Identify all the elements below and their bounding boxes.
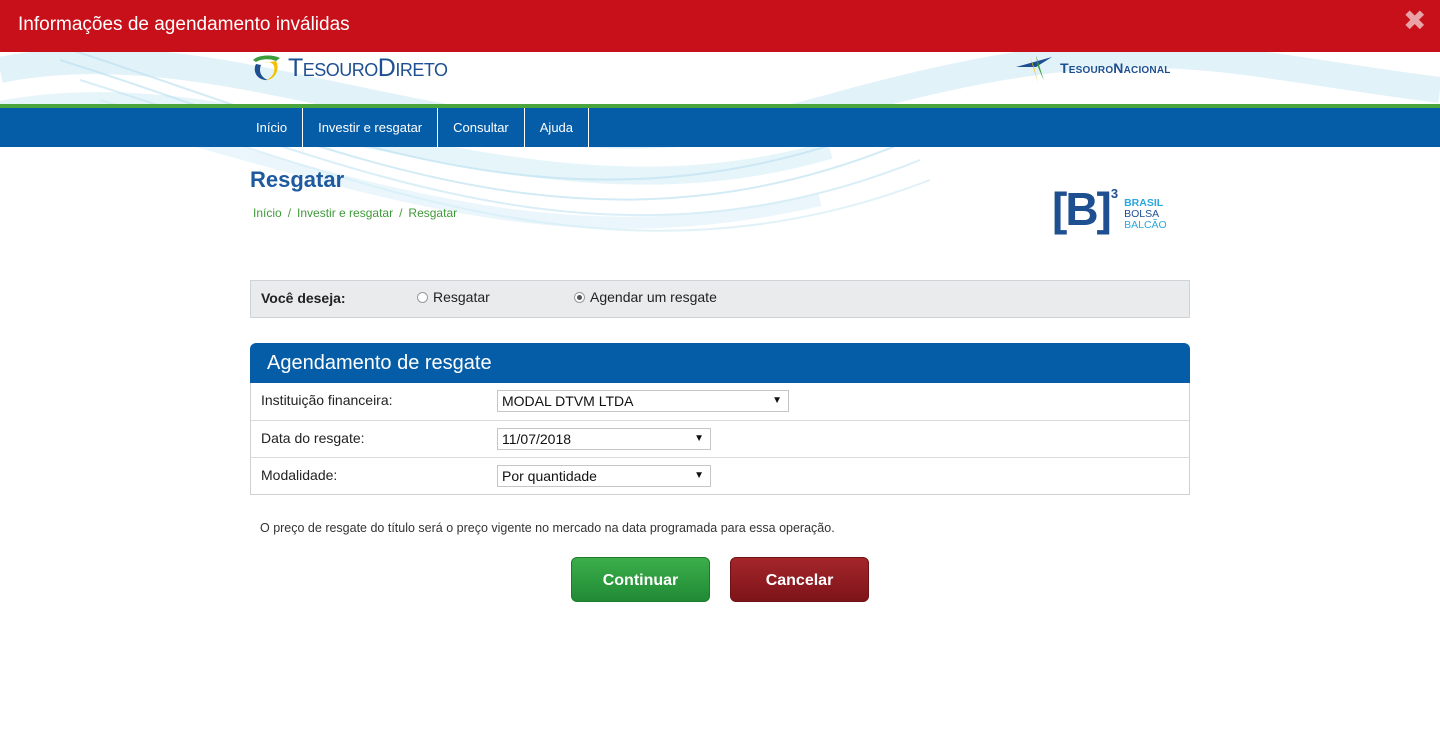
dropdown-arrow-icon: ▼ bbox=[694, 470, 704, 481]
breadcrumb-separator: / bbox=[399, 206, 403, 220]
breadcrumb-separator: / bbox=[287, 206, 292, 220]
radio-option-resgatar[interactable]: Resgatar bbox=[417, 289, 490, 305]
nav-item-inicio[interactable]: Início bbox=[241, 108, 304, 147]
price-note: O preço de resgate do título será o preç… bbox=[260, 521, 835, 535]
b3-logo: [B] 3 BRASIL BOLSA BALCÃO bbox=[1052, 186, 1167, 232]
nav-item-investir-e-resgatar[interactable]: Investir e resgatar bbox=[303, 108, 439, 147]
dropdown-arrow-icon: ▼ bbox=[772, 395, 782, 406]
instituicao-label: Instituição financeira: bbox=[261, 392, 393, 408]
tesouro-direto-logo-icon bbox=[253, 55, 280, 81]
form-row-modalidade: Modalidade: Por quantidade ▼ bbox=[251, 457, 1189, 494]
data-resgate-select-value: 11/07/2018 bbox=[502, 431, 572, 447]
radio-button-resgatar[interactable] bbox=[417, 291, 428, 303]
modalidade-label: Modalidade: bbox=[261, 467, 338, 483]
tesouro-nacional-logo-text: TesouroNacional bbox=[1060, 60, 1171, 76]
alert-message: Informações de agendamento inválidas bbox=[18, 14, 350, 35]
panel-body: Instituição financeira: MODAL DTVM LTDA … bbox=[250, 383, 1190, 495]
nav-item-ajuda[interactable]: Ajuda bbox=[525, 108, 590, 147]
b3-word-balcao: BALCÃO bbox=[1124, 219, 1167, 231]
site-header: TesouroDireto TesouroNacional bbox=[0, 52, 1440, 104]
choice-label: Você deseja: bbox=[261, 290, 346, 306]
close-icon[interactable]: ✖ bbox=[1403, 7, 1426, 35]
cancel-button[interactable]: Cancelar bbox=[730, 557, 869, 602]
tesouro-nacional-logo-icon bbox=[1016, 55, 1052, 83]
b3-words: BRASIL BOLSA BALCÃO bbox=[1124, 198, 1167, 231]
tesouro-direto-logo-text: TesouroDireto bbox=[288, 53, 448, 82]
breadcrumb: Início / Investir e resgatar / Resgatar bbox=[253, 206, 457, 220]
form-row-data: Data do resgate: 11/07/2018 ▼ bbox=[251, 420, 1189, 457]
breadcrumb-link-investir-e-resgatar[interactable]: Investir e resgatar bbox=[297, 206, 393, 220]
b3-mark: [B] bbox=[1052, 183, 1112, 235]
tesouro-direto-logo[interactable]: TesouroDireto bbox=[250, 52, 448, 84]
data-resgate-select[interactable]: 11/07/2018 ▼ bbox=[497, 428, 711, 450]
data-label: Data do resgate: bbox=[261, 430, 365, 446]
operation-choice-box: Você deseja: Resgatar Agendar um resgate bbox=[250, 280, 1190, 318]
panel-title: Agendamento de resgate bbox=[250, 343, 1190, 383]
page-title: Resgatar bbox=[250, 167, 345, 192]
radio-button-agendar[interactable] bbox=[574, 291, 585, 303]
breadcrumb-link-resgatar[interactable]: Resgatar bbox=[408, 206, 457, 220]
radio-label-agendar: Agendar um resgate bbox=[590, 289, 717, 305]
tesouro-nacional-logo[interactable]: TesouroNacional bbox=[1016, 52, 1171, 84]
instituicao-select-value: MODAL DTVM LTDA bbox=[502, 393, 634, 409]
form-row-instituicao: Instituição financeira: MODAL DTVM LTDA … bbox=[251, 383, 1189, 420]
error-alert-bar: Informações de agendamento inválidas ✖ bbox=[0, 0, 1440, 52]
continue-button[interactable]: Continuar bbox=[571, 557, 710, 602]
dropdown-arrow-icon: ▼ bbox=[694, 433, 704, 444]
modalidade-select-value: Por quantidade bbox=[502, 468, 597, 484]
nav-item-consultar[interactable]: Consultar bbox=[438, 108, 525, 147]
instituicao-select[interactable]: MODAL DTVM LTDA ▼ bbox=[497, 390, 789, 412]
radio-option-agendar[interactable]: Agendar um resgate bbox=[574, 289, 717, 305]
breadcrumb-link-inicio[interactable]: Início bbox=[253, 206, 282, 220]
b3-superscript: 3 bbox=[1110, 186, 1119, 201]
main-navigation: Início Investir e resgatar Consultar Aju… bbox=[0, 108, 1440, 147]
modalidade-select[interactable]: Por quantidade ▼ bbox=[497, 465, 711, 487]
scheduling-panel: Agendamento de resgate Instituição finan… bbox=[250, 343, 1190, 495]
radio-label-resgatar: Resgatar bbox=[433, 289, 490, 305]
